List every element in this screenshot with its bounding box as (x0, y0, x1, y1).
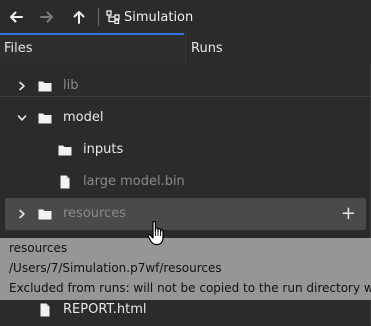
add-button[interactable]: + (341, 205, 356, 223)
page-title: Simulation (124, 9, 194, 25)
arrow-up-icon (73, 11, 85, 24)
tree-item-label: model (63, 110, 104, 125)
chevron-down-icon[interactable] (17, 113, 27, 123)
tree-item-label: large model.bin (83, 174, 185, 189)
tree-item-inputs[interactable]: inputs (5, 134, 366, 166)
tree-item-model[interactable]: model (5, 102, 366, 134)
file-icon (40, 303, 50, 317)
forward-button[interactable] (39, 9, 55, 25)
arrow-left-icon (10, 11, 23, 23)
back-button[interactable] (8, 9, 24, 25)
folder-icon (38, 113, 52, 124)
tree-item-large-model-bin[interactable]: large model.bin (5, 166, 366, 198)
toolbar-separator (98, 8, 99, 26)
up-button[interactable] (71, 9, 87, 25)
tooltip-title: resources (9, 241, 68, 255)
tree-item-lib[interactable]: lib (5, 70, 366, 102)
hand-cursor-icon (147, 220, 164, 246)
tab-runs[interactable]: Runs (185, 33, 371, 64)
tooltip-note: Excluded from runs: will not be copied t… (9, 281, 371, 295)
hierarchy-icon (106, 10, 120, 24)
chevron-right-icon[interactable] (17, 81, 27, 91)
tree-item-label: inputs (83, 142, 124, 157)
file-icon (60, 175, 70, 189)
toolbar: Simulation (0, 0, 371, 33)
folder-icon (58, 145, 72, 156)
tree-item-label: resources (63, 206, 127, 221)
folder-icon (38, 81, 52, 92)
tab-bar: Files Runs (0, 33, 371, 97)
tree-item-label: REPORT.html (63, 302, 147, 317)
chevron-right-icon[interactable] (17, 209, 27, 219)
tree-item-label: lib (63, 78, 79, 93)
folder-icon (38, 209, 52, 220)
tab-files[interactable]: Files (0, 33, 184, 64)
tree-item-resources[interactable]: resources + (5, 198, 366, 230)
tooltip-path: /Users/7/Simulation.p7wf/resources (9, 261, 222, 275)
breadcrumb: Simulation (106, 7, 193, 27)
tooltip: resources /Users/7/Simulation.p7wf/resou… (0, 238, 371, 300)
arrow-right-icon (40, 11, 53, 23)
